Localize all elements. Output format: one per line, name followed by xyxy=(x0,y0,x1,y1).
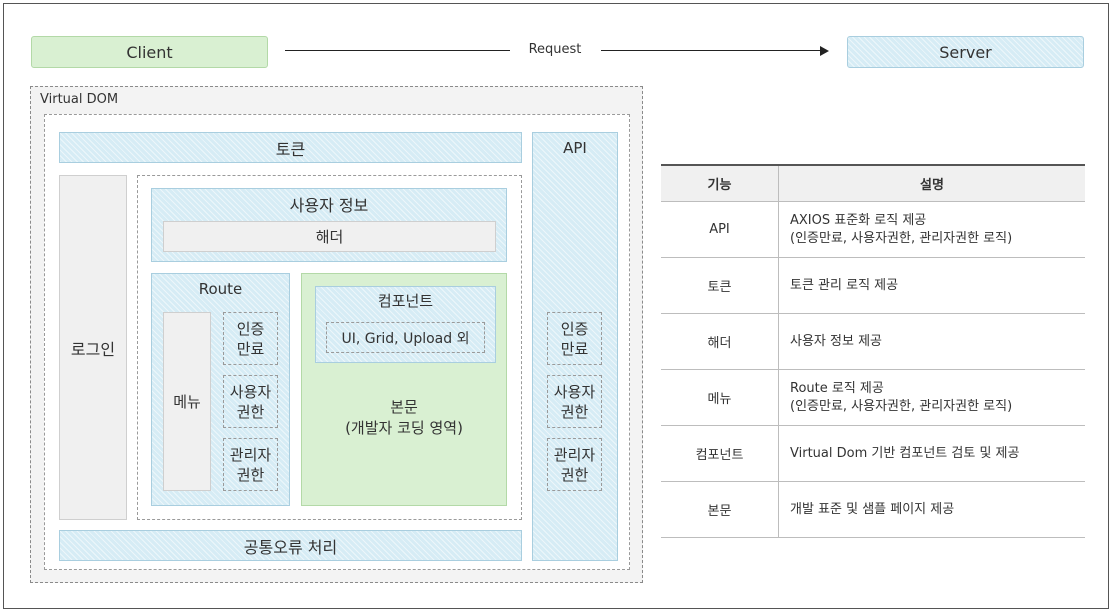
client-box: Client xyxy=(31,36,268,68)
login-column: 로그인 xyxy=(59,175,127,520)
arrow-head-icon xyxy=(820,46,829,56)
common-error-label: 공통오류 처리 xyxy=(243,537,338,557)
body-label-line1: 본문 xyxy=(390,398,418,416)
route-admin-permission-line2: 권한 xyxy=(236,465,265,484)
feature-name: API xyxy=(661,201,779,258)
common-error-bar: 공통오류 처리 xyxy=(59,530,522,561)
component-label: 컴포넌트 xyxy=(377,292,434,310)
feature-name: 컴포넌트 xyxy=(661,425,779,482)
feature-description-line1: Virtual Dom 기반 컴포넌트 검토 및 제공 xyxy=(790,445,1020,461)
server-box: Server xyxy=(847,36,1084,68)
feature-description: 사용자 정보 제공 xyxy=(778,313,1085,370)
table-row: 컴포넌트 Virtual Dom 기반 컴포넌트 검토 및 제공 xyxy=(661,425,1085,482)
route-admin-permission-box: 관리자 권한 xyxy=(223,438,278,491)
table-row: 본문 개발 표준 및 샘플 페이지 제공 xyxy=(661,481,1085,538)
component-detail-label: UI, Grid, Upload 외 xyxy=(341,330,470,347)
component-detail-box: UI, Grid, Upload 외 xyxy=(326,322,485,353)
api-title: API xyxy=(563,139,587,157)
api-auth-expire-line2: 만료 xyxy=(560,339,589,358)
route-user-permission-box: 사용자 권한 xyxy=(223,375,278,428)
feature-name: 메뉴 xyxy=(661,369,779,426)
api-admin-permission-line1: 관리자 xyxy=(553,445,596,464)
request-arrow-line-right xyxy=(601,50,821,51)
feature-description: 토큰 관리 로직 제공 xyxy=(778,257,1085,314)
server-label: Server xyxy=(939,42,992,62)
route-auth-expire-box: 인증 만료 xyxy=(223,312,278,365)
feature-table: 기능 설명 API AXIOS 표준화 로직 제공 (인증만료, 사용자권한, … xyxy=(661,164,1085,538)
user-info-label: 사용자 정보 xyxy=(289,196,369,215)
body-text: 본문 (개발자 코딩 영역) xyxy=(301,395,507,441)
feature-description: 개발 표준 및 샘플 페이지 제공 xyxy=(778,481,1085,538)
feature-description: AXIOS 표준화 로직 제공 (인증만료, 사용자권한, 관리자권한 로직) xyxy=(778,201,1085,258)
feature-name: 해더 xyxy=(661,313,779,370)
api-user-permission-box: 사용자 권한 xyxy=(547,375,602,428)
feature-description-line1: 사용자 정보 제공 xyxy=(790,333,882,349)
table-row: 해더 사용자 정보 제공 xyxy=(661,313,1085,370)
login-label: 로그인 xyxy=(70,339,116,359)
token-label: 토큰 xyxy=(275,139,306,159)
route-title: Route xyxy=(198,280,243,298)
table-header-feature: 기능 xyxy=(661,164,779,202)
feature-description: Route 로직 제공 (인증만료, 사용자권한, 관리자권한 로직) xyxy=(778,369,1085,426)
token-bar: 토큰 xyxy=(59,132,522,163)
table-row: 메뉴 Route 로직 제공 (인증만료, 사용자권한, 관리자권한 로직) xyxy=(661,369,1085,426)
table-row: API AXIOS 표준화 로직 제공 (인증만료, 사용자권한, 관리자권한 … xyxy=(661,201,1085,258)
feature-description-line2: (인증만료, 사용자권한, 관리자권한 로직) xyxy=(790,230,1013,246)
menu-label: 메뉴 xyxy=(173,392,201,411)
table-row: 토큰 토큰 관리 로직 제공 xyxy=(661,257,1085,314)
api-user-permission-line2: 권한 xyxy=(560,402,589,421)
route-user-permission-line2: 권한 xyxy=(236,402,265,421)
route-admin-permission-line1: 관리자 xyxy=(229,445,272,464)
menu-box: 메뉴 xyxy=(163,312,211,491)
feature-description: Virtual Dom 기반 컴포넌트 검토 및 제공 xyxy=(778,425,1085,482)
feature-description-line2: (인증만료, 사용자권한, 관리자권한 로직) xyxy=(790,398,1013,414)
api-auth-expire-box: 인증 만료 xyxy=(547,312,602,365)
table-header-description: 설명 xyxy=(778,164,1085,202)
api-user-permission-line1: 사용자 xyxy=(553,382,596,401)
api-admin-permission-box: 관리자 권한 xyxy=(547,438,602,491)
feature-description-line1: 토큰 관리 로직 제공 xyxy=(790,277,899,293)
feature-description-line1: AXIOS 표준화 로직 제공 xyxy=(790,212,927,228)
route-auth-expire-line2: 만료 xyxy=(236,339,265,358)
header-label: 해더 xyxy=(315,228,344,246)
feature-name: 토큰 xyxy=(661,257,779,314)
api-auth-expire-line1: 인증 xyxy=(560,319,589,338)
feature-name: 본문 xyxy=(661,481,779,538)
header-box: 해더 xyxy=(163,221,496,252)
virtual-dom-title: Virtual DOM xyxy=(40,92,119,107)
route-auth-expire-line1: 인증 xyxy=(236,319,265,338)
client-label: Client xyxy=(126,42,173,62)
table-header-row: 기능 설명 xyxy=(661,164,1085,202)
body-label-line2: (개발자 코딩 영역) xyxy=(345,419,463,437)
request-label: Request xyxy=(528,42,582,57)
feature-description-line1: Route 로직 제공 xyxy=(790,380,884,396)
route-user-permission-line1: 사용자 xyxy=(229,382,272,401)
request-arrow-line-left xyxy=(285,50,510,51)
feature-description-line1: 개발 표준 및 샘플 페이지 제공 xyxy=(790,501,955,517)
api-admin-permission-line2: 권한 xyxy=(560,465,589,484)
